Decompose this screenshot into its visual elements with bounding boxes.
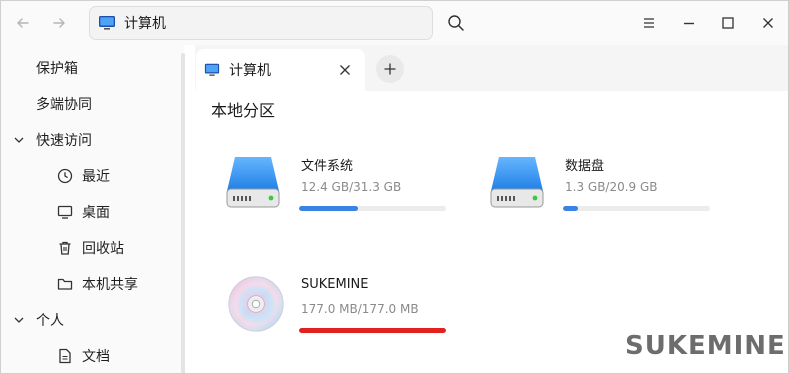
hard-drive-icon bbox=[490, 157, 544, 208]
arrow-left-icon[interactable] bbox=[10, 10, 36, 36]
new-tab-button[interactable] bbox=[376, 55, 404, 83]
clock-icon bbox=[57, 168, 73, 184]
sidebar-item-local-share[interactable]: 本机共享 bbox=[1, 266, 181, 302]
sidebar-item-label: 保护箱 bbox=[36, 61, 78, 77]
arrow-right-icon[interactable] bbox=[46, 10, 72, 36]
sidebar-item-label: 多端协同 bbox=[36, 97, 92, 113]
drive-usage: 1.3 GB/20.9 GB bbox=[565, 180, 658, 194]
address-text: 计算机 bbox=[124, 16, 166, 32]
hard-drive-icon bbox=[226, 157, 280, 208]
drive-usage-bar bbox=[299, 328, 446, 333]
optical-disc-icon bbox=[228, 276, 284, 332]
close-tab-icon[interactable] bbox=[337, 62, 353, 78]
sidebar-item-desktop[interactable]: 桌面 bbox=[1, 194, 181, 230]
drive-usage-bar bbox=[563, 206, 710, 211]
tab-computer[interactable]: 计算机 bbox=[196, 49, 365, 91]
drive-usage-bar bbox=[299, 206, 446, 211]
minimize-icon[interactable] bbox=[677, 11, 701, 35]
chevron-down-icon bbox=[14, 137, 24, 143]
drive-usage: 177.0 MB/177.0 MB bbox=[301, 302, 419, 316]
sidebar-group-quick-access[interactable]: 快速访问 bbox=[1, 122, 181, 158]
drive-card[interactable]: 文件系统 12.4 GB/31.3 GB bbox=[225, 149, 455, 219]
sidebar-item-label: 桌面 bbox=[82, 205, 110, 221]
sidebar-item-label: 回收站 bbox=[82, 241, 124, 257]
search-icon[interactable] bbox=[444, 11, 468, 35]
close-icon[interactable] bbox=[756, 11, 780, 35]
folder-icon bbox=[57, 278, 73, 290]
sidebar-item-documents[interactable]: 文档 bbox=[1, 338, 181, 373]
sidebar-item-label: 最近 bbox=[82, 169, 110, 185]
sidebar-group-personal[interactable]: 个人 bbox=[1, 302, 181, 338]
document-icon bbox=[59, 348, 71, 364]
sidebar-item-recent[interactable]: 最近 bbox=[1, 158, 181, 194]
watermark: SUKEMINE bbox=[625, 331, 786, 361]
drive-card[interactable]: SUKEMINE 177.0 MB/177.0 MB bbox=[225, 271, 455, 341]
sidebar-item-label: 文档 bbox=[82, 349, 110, 365]
chevron-down-icon bbox=[14, 317, 24, 323]
computer-icon bbox=[99, 16, 115, 30]
sidebar-item-trash[interactable]: 回收站 bbox=[1, 230, 181, 266]
drive-usage-fill bbox=[299, 328, 446, 333]
computer-icon bbox=[204, 63, 220, 76]
sidebar-item-vault[interactable]: 保护箱 bbox=[1, 50, 181, 86]
file-manager-window: 计算机 保护箱 多端协同 快速访问 最近 桌面 回收站 本机共享 个人 文档 计… bbox=[0, 0, 789, 374]
address-bar[interactable]: 计算机 bbox=[89, 6, 433, 40]
title-bar: 计算机 bbox=[1, 1, 788, 45]
maximize-icon[interactable] bbox=[716, 11, 740, 35]
plus-icon bbox=[384, 63, 396, 75]
sidebar-scrollbar[interactable] bbox=[181, 53, 185, 373]
drive-name: 文件系统 bbox=[301, 159, 354, 174]
desktop-icon bbox=[57, 205, 73, 219]
section-title: 本地分区 bbox=[211, 101, 276, 120]
sidebar-item-collaboration[interactable]: 多端协同 bbox=[1, 86, 181, 122]
drive-usage-fill bbox=[563, 206, 578, 211]
sidebar-item-label: 本机共享 bbox=[82, 277, 138, 293]
drive-card[interactable]: 数据盘 1.3 GB/20.9 GB bbox=[489, 149, 719, 219]
drive-name: 数据盘 bbox=[565, 159, 605, 174]
tab-label: 计算机 bbox=[229, 63, 271, 79]
sidebar-group-label: 个人 bbox=[36, 313, 64, 329]
drive-usage-fill bbox=[299, 206, 358, 211]
drive-usage: 12.4 GB/31.3 GB bbox=[301, 180, 402, 194]
trash-icon bbox=[59, 241, 71, 255]
drive-name: SUKEMINE bbox=[301, 277, 369, 292]
hamburger-menu-icon[interactable] bbox=[637, 11, 661, 35]
sidebar-group-label: 快速访问 bbox=[36, 133, 92, 149]
